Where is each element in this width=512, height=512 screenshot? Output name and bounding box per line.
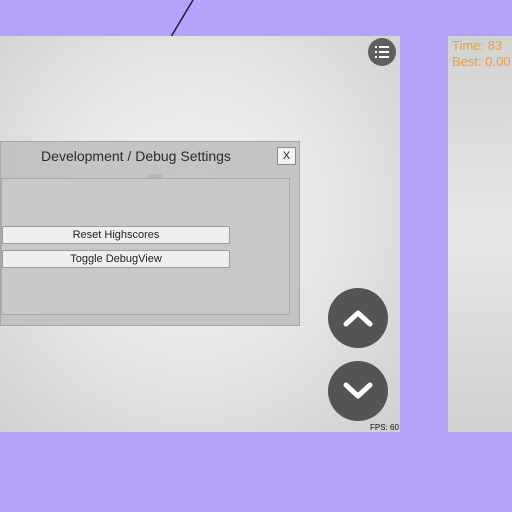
chevron-down-icon [343, 382, 373, 399]
debug-settings-dialog: Development / Debug Settings X Reset Hig… [0, 141, 300, 326]
toggle-debugview-button[interactable]: Toggle DebugView [2, 250, 230, 268]
best-label: Best: 0.00 [452, 54, 511, 69]
menu-list-icon [375, 46, 389, 58]
secondary-game-viewport: Time: 83 Best: 0.00 [448, 36, 512, 432]
fps-counter: FPS: 60 [370, 423, 399, 432]
menu-button[interactable] [368, 38, 396, 66]
dialog-close-button[interactable]: X [277, 147, 296, 165]
brake-down-button[interactable] [328, 361, 388, 421]
dialog-content-panel: Reset Highscores Toggle DebugView [1, 178, 290, 315]
chevron-up-icon [343, 310, 373, 327]
dialog-title: Development / Debug Settings [41, 148, 231, 164]
reset-highscores-button[interactable]: Reset Highscores [2, 226, 230, 244]
accelerate-up-button[interactable] [328, 288, 388, 348]
time-label: Time: 83 [452, 38, 503, 53]
